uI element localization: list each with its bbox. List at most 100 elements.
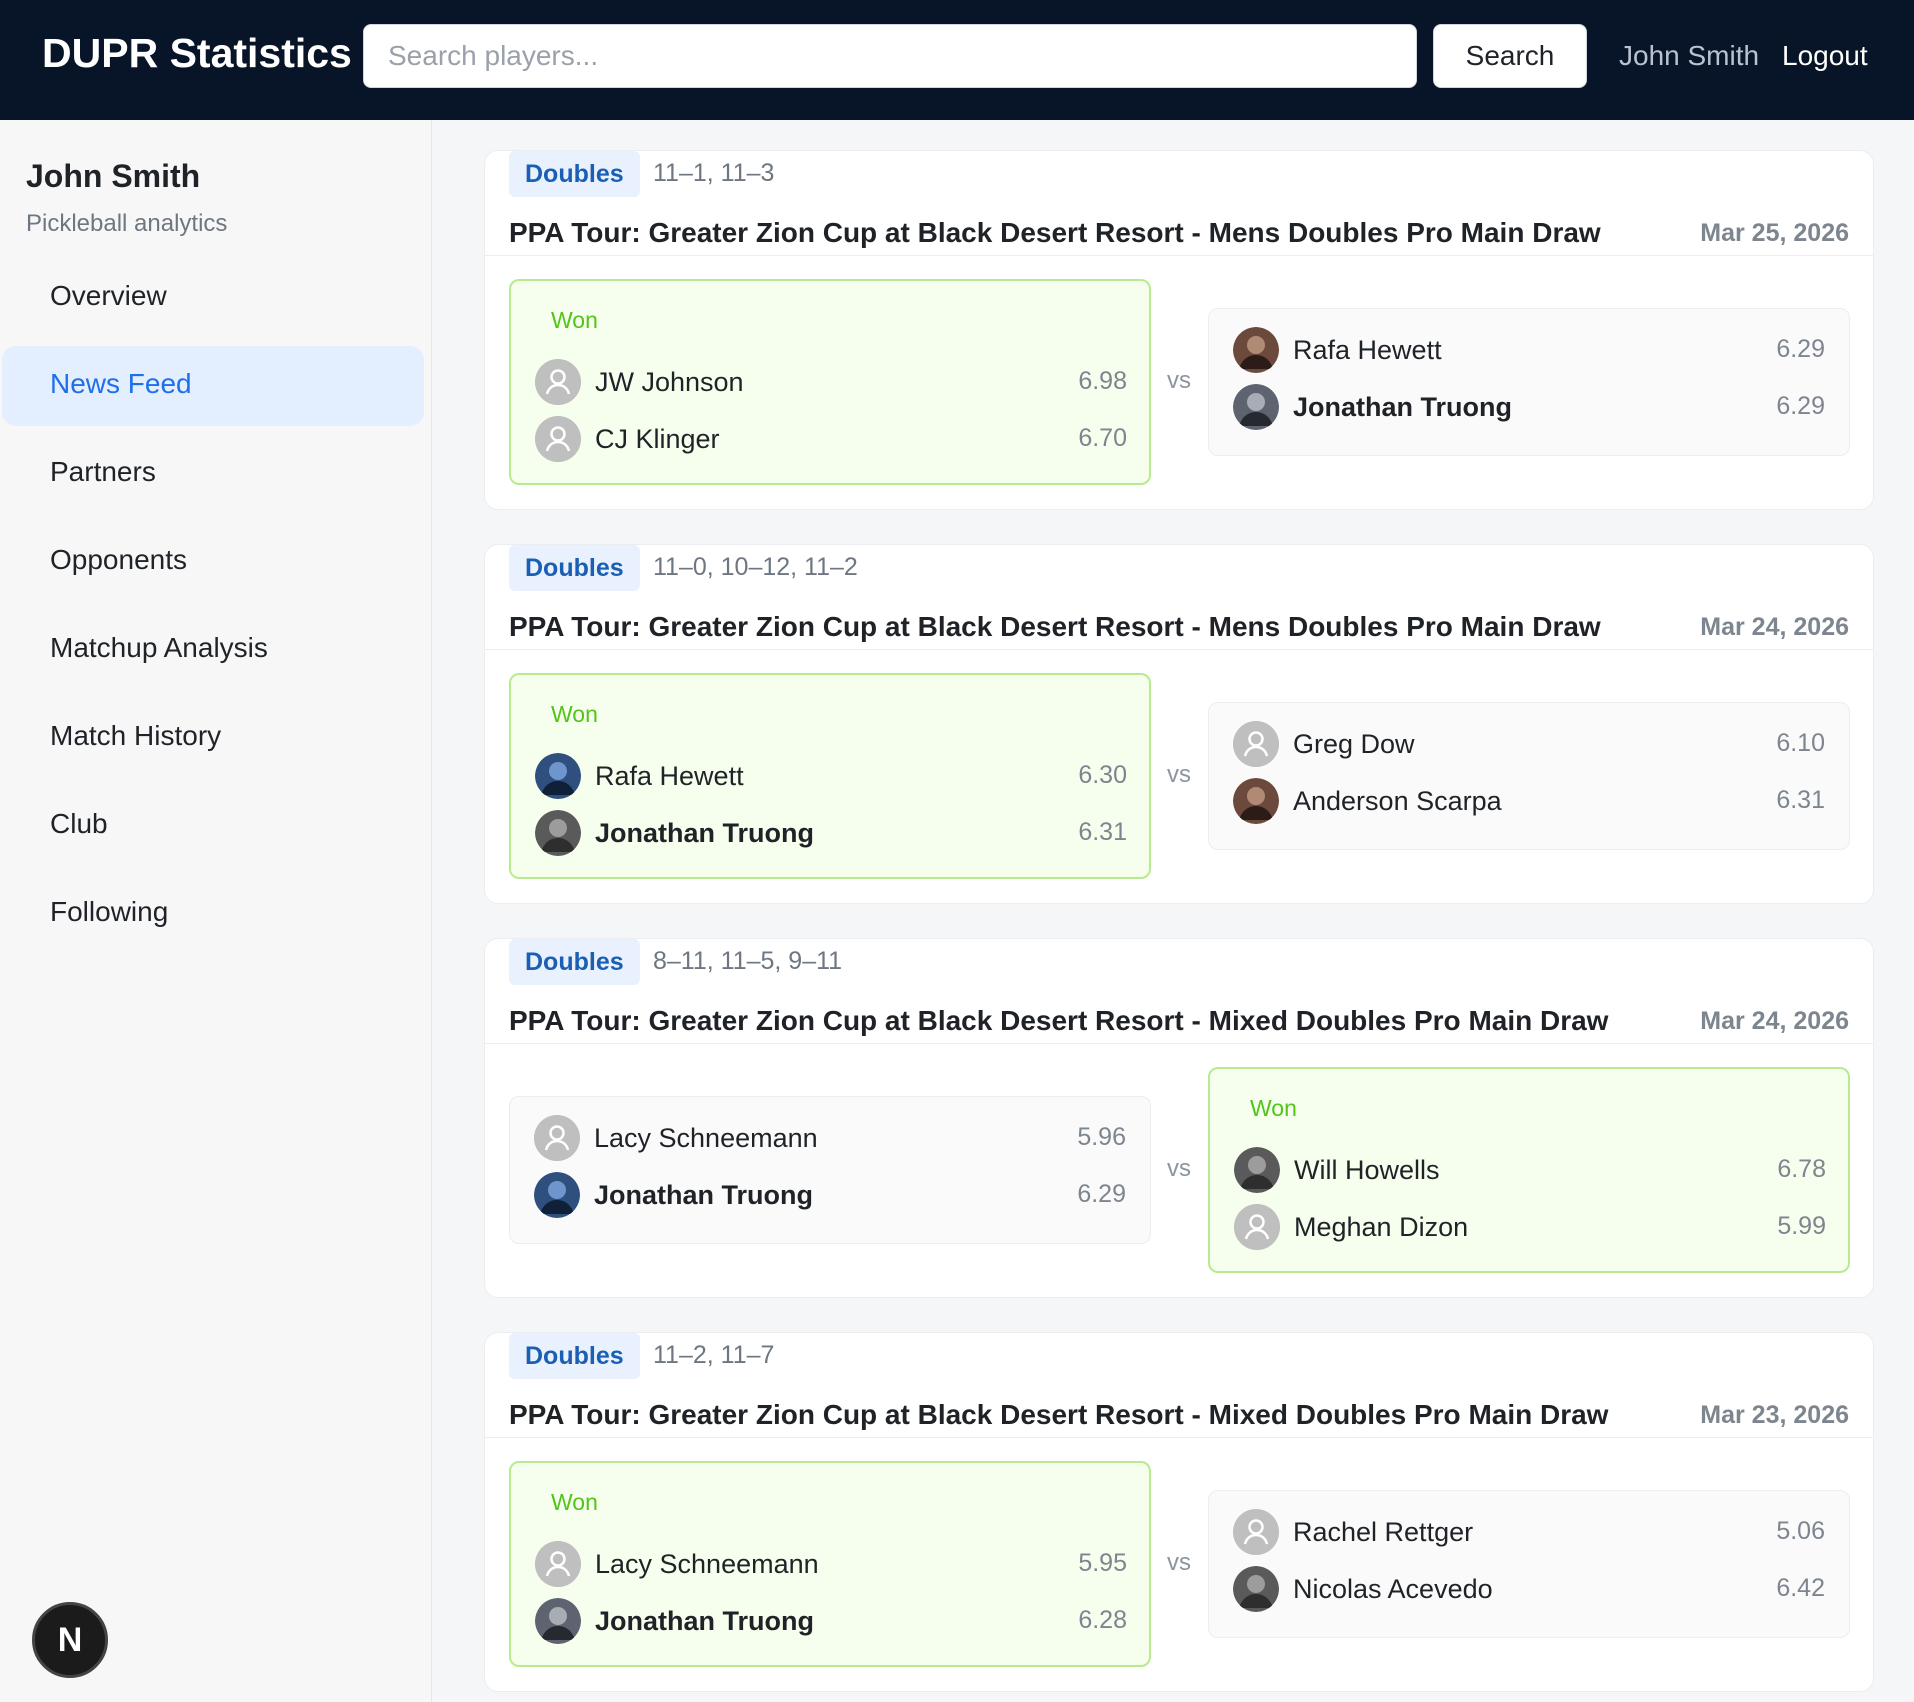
player-name[interactable]: Will Howells [1294, 1155, 1440, 1186]
default-avatar-icon [1233, 1509, 1279, 1555]
search-input[interactable] [363, 24, 1417, 88]
player-row[interactable]: Lacy Schneemann 5.95 [535, 1539, 1127, 1589]
event-title[interactable]: PPA Tour: Greater Zion Cup at Black Dese… [509, 217, 1601, 249]
vs-label: vs [1167, 1155, 1191, 1182]
logout-link[interactable]: Logout [1782, 40, 1868, 72]
match-type-badge: Doubles [509, 1333, 640, 1379]
sidebar-item-opponents[interactable]: Opponents [2, 522, 424, 602]
match-card[interactable]: Doubles 11–2, 11–7 PPA Tour: Greater Zion … [484, 1332, 1874, 1692]
won-label: Won [1250, 1095, 1297, 1121]
player-name[interactable]: Rafa Hewett [1293, 335, 1442, 366]
brand-title[interactable]: DUPR Statistics [42, 30, 352, 77]
player-rating: 6.29 [1776, 335, 1825, 363]
player-name[interactable]: Jonathan Truong [595, 1606, 814, 1637]
sidebar-item-matchup-analysis[interactable]: Matchup Analysis [2, 610, 424, 690]
sidebar-item-club[interactable]: Club [2, 786, 424, 866]
match-scores: 11–0, 10–12, 11–2 [653, 553, 858, 581]
player-rating: 5.06 [1776, 1517, 1825, 1545]
player-row[interactable]: Jonathan Truong 6.29 [534, 1170, 1126, 1220]
player-name[interactable]: Jonathan Truong [594, 1180, 813, 1211]
player-name[interactable]: Rafa Hewett [595, 761, 744, 792]
event-title[interactable]: PPA Tour: Greater Zion Cup at Black Dese… [509, 1399, 1608, 1431]
match-card[interactable]: Doubles 11–0, 10–12, 11–2 PPA Tour: Greate… [484, 544, 1874, 904]
team-right-winner: Won Will Howells 6.78 Meghan Dizon 5.99 [1208, 1067, 1850, 1273]
sidebar-item-label: News Feed [50, 368, 192, 399]
team-right: Rachel Rettger 5.06 Nicolas Acevedo 6.42 [1208, 1490, 1850, 1638]
match-type-badge: Doubles [509, 939, 640, 985]
event-title[interactable]: PPA Tour: Greater Zion Cup at Black Dese… [509, 1005, 1608, 1037]
player-name[interactable]: Lacy Schneemann [595, 1549, 819, 1580]
card-divider [485, 1043, 1873, 1044]
player-name[interactable]: Anderson Scarpa [1293, 786, 1502, 817]
player-avatar [534, 1172, 580, 1218]
player-row[interactable]: Jonathan Truong 6.31 [535, 808, 1127, 858]
sidebar-item-label: Club [50, 808, 108, 839]
match-date: Mar 24, 2026 [1700, 1007, 1849, 1035]
player-name[interactable]: Nicolas Acevedo [1293, 1574, 1493, 1605]
player-rating: 6.10 [1776, 729, 1825, 757]
player-rating: 6.29 [1077, 1180, 1126, 1208]
header-user-name[interactable]: John Smith [1619, 40, 1759, 72]
player-row[interactable]: Rachel Rettger 5.06 [1233, 1507, 1825, 1557]
sidebar-item-label: Opponents [50, 544, 187, 575]
default-avatar-icon [535, 359, 581, 405]
player-row[interactable]: Will Howells 6.78 [1234, 1145, 1826, 1195]
player-avatar [535, 810, 581, 856]
match-scores: 11–1, 11–3 [653, 159, 775, 187]
player-row[interactable]: Jonathan Truong 6.29 [1233, 382, 1825, 432]
sidebar-item-partners[interactable]: Partners [2, 434, 424, 514]
player-rating: 6.42 [1776, 1574, 1825, 1602]
sidebar-item-label: Following [50, 896, 169, 927]
player-name[interactable]: Lacy Schneemann [594, 1123, 818, 1154]
match-card[interactable]: Doubles 8–11, 11–5, 9–11 PPA Tour: Greater… [484, 938, 1874, 1298]
team-left-winner: Won JW Johnson 6.98 CJ Klinger 6.70 [509, 279, 1151, 485]
match-date: Mar 25, 2026 [1700, 219, 1849, 247]
default-avatar-icon [534, 1115, 580, 1161]
player-name[interactable]: Meghan Dizon [1294, 1212, 1468, 1243]
player-name[interactable]: CJ Klinger [595, 424, 720, 455]
sidebar-item-match-history[interactable]: Match History [2, 698, 424, 778]
vs-label: vs [1167, 761, 1191, 788]
sidebar-item-label: Match History [50, 720, 222, 751]
card-divider [485, 1437, 1873, 1438]
match-card[interactable]: Doubles 11–1, 11–3 PPA Tour: Greater Zion … [484, 150, 1874, 510]
player-name[interactable]: JW Johnson [595, 367, 744, 398]
player-row[interactable]: Anderson Scarpa 6.31 [1233, 776, 1825, 826]
player-row[interactable]: Rafa Hewett 6.30 [535, 751, 1127, 801]
team-right: Rafa Hewett 6.29 Jonathan Truong 6.29 [1208, 308, 1850, 456]
player-rating: 6.29 [1776, 392, 1825, 420]
player-name[interactable]: Jonathan Truong [595, 818, 814, 849]
won-label: Won [551, 307, 598, 333]
sidebar-item-following[interactable]: Following [2, 874, 424, 954]
player-rating: 6.98 [1078, 367, 1127, 395]
player-name[interactable]: Rachel Rettger [1293, 1517, 1473, 1548]
player-rating: 6.28 [1078, 1606, 1127, 1634]
player-name[interactable]: Jonathan Truong [1293, 392, 1512, 423]
player-row[interactable]: CJ Klinger 6.70 [535, 414, 1127, 464]
player-row[interactable]: Jonathan Truong 6.28 [535, 1596, 1127, 1646]
default-avatar-icon [535, 1541, 581, 1587]
n-badge-icon[interactable]: N [32, 1602, 108, 1678]
match-type-badge: Doubles [509, 151, 640, 197]
sidebar-item-overview[interactable]: Overview [2, 258, 424, 338]
search-button[interactable]: Search [1433, 24, 1587, 88]
team-left-winner: Won Rafa Hewett 6.30 Jonathan Truong 6.31 [509, 673, 1151, 879]
sidebar: John Smith Pickleball analytics Overview… [0, 120, 432, 1702]
player-rating: 5.96 [1077, 1123, 1126, 1151]
player-row[interactable]: JW Johnson 6.98 [535, 357, 1127, 407]
team-left: Lacy Schneemann 5.96 Jonathan Truong 6.29 [509, 1096, 1151, 1244]
default-avatar-icon [1233, 721, 1279, 767]
sidebar-nav: Overview News Feed Partners Opponents Matchu… [2, 280, 424, 962]
player-rating: 6.30 [1078, 761, 1127, 789]
player-name[interactable]: Greg Dow [1293, 729, 1415, 760]
player-row[interactable]: Rafa Hewett 6.29 [1233, 325, 1825, 375]
sidebar-item-news-feed[interactable]: News Feed [2, 346, 424, 426]
player-avatar [535, 753, 581, 799]
player-avatar [1233, 1566, 1279, 1612]
player-row[interactable]: Greg Dow 6.10 [1233, 719, 1825, 769]
player-row[interactable]: Meghan Dizon 5.99 [1234, 1202, 1826, 1252]
player-row[interactable]: Nicolas Acevedo 6.42 [1233, 1564, 1825, 1614]
event-title[interactable]: PPA Tour: Greater Zion Cup at Black Dese… [509, 611, 1601, 643]
player-row[interactable]: Lacy Schneemann 5.96 [534, 1113, 1126, 1163]
vs-label: vs [1167, 367, 1191, 394]
